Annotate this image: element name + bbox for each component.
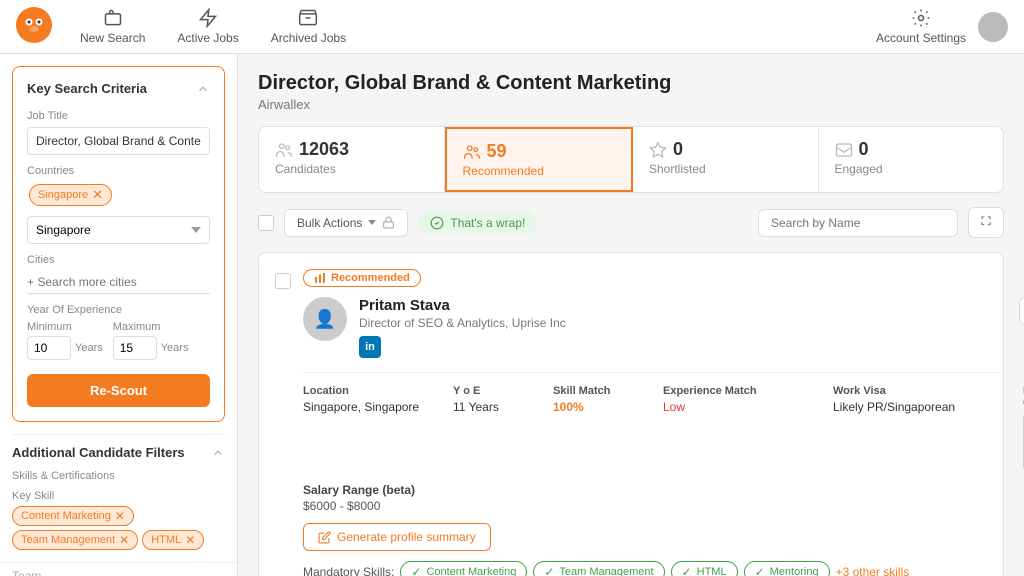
- remove-skill-icon[interactable]: ✕: [185, 533, 195, 547]
- stat-shortlisted[interactable]: 0 Shortlisted: [633, 127, 819, 192]
- skills-more[interactable]: +3 other skills: [836, 565, 910, 576]
- yoe-label: Year Of Experience: [27, 304, 210, 316]
- detail-skill-match: Skill Match 100%: [553, 385, 653, 471]
- stats-row: 12063 Candidates 59 Recommended 0 Shortl…: [258, 126, 1004, 193]
- key-skill-label: Key Skill: [12, 490, 225, 502]
- additional-filters-header: Additional Candidate Filters: [12, 434, 225, 470]
- star-icon: [649, 141, 667, 159]
- people-icon: [275, 141, 293, 159]
- bulk-actions-button[interactable]: Bulk Actions: [284, 209, 408, 237]
- remove-skill-icon[interactable]: ✕: [119, 533, 129, 547]
- nav-new-search[interactable]: New Search: [80, 8, 145, 45]
- right-content: Director, Global Brand & Content Marketi…: [238, 54, 1024, 576]
- candidate-name: Pritam Stava: [359, 297, 1019, 314]
- rescout-button[interactable]: Re-Scout: [27, 374, 210, 407]
- detail-location: Location Singapore, Singapore: [303, 385, 443, 471]
- remove-skill-icon[interactable]: ✕: [115, 509, 125, 523]
- user-avatar[interactable]: [978, 12, 1008, 42]
- left-sidebar: Key Search Criteria Job Title Countries …: [0, 54, 238, 576]
- skill-tags: Content Marketing ✕ Team Management ✕ HT…: [12, 506, 225, 550]
- search-expand-button[interactable]: [968, 207, 1004, 238]
- nav-archived-jobs[interactable]: Archived Jobs: [271, 8, 346, 45]
- country-tag[interactable]: Singapore ✕: [29, 184, 112, 206]
- skill-team-management: ✓ Team Management: [533, 561, 664, 576]
- check-circle-icon: [430, 216, 444, 230]
- candidate-title: Director of SEO & Analytics, Uprise Inc: [359, 316, 1019, 330]
- job-title-input[interactable]: [27, 127, 210, 155]
- mail-icon: [835, 141, 853, 159]
- chevron-up-icon[interactable]: [196, 82, 210, 96]
- city-search-input[interactable]: [27, 271, 210, 294]
- skill-tag-html[interactable]: HTML ✕: [142, 530, 204, 550]
- nav-items: New Search Active Jobs Archived Jobs: [80, 8, 346, 45]
- lock-icon: [382, 216, 395, 229]
- yoe-max-group: Maximum Years: [113, 321, 189, 360]
- yoe-min-input[interactable]: [27, 336, 71, 360]
- wrap-badge[interactable]: That's a wrap!: [418, 211, 537, 235]
- linkedin-icon[interactable]: in: [359, 336, 381, 358]
- remove-country-icon[interactable]: ✕: [92, 187, 103, 203]
- mandatory-skills-row: Mandatory Skills: ✓ Content Marketing ✓ …: [303, 561, 1024, 576]
- bar-chart-icon: [314, 272, 326, 284]
- search-name-input[interactable]: [758, 209, 958, 237]
- detail-experience: Experience Match Low: [663, 385, 823, 471]
- candidate-card: Recommended 👤 Pritam Stava Director of S…: [258, 252, 1004, 576]
- select-all-checkbox[interactable]: [258, 215, 274, 231]
- section-header: Key Search Criteria: [27, 81, 210, 96]
- stat-recommended[interactable]: 59 Recommended: [445, 127, 634, 192]
- top-nav: New Search Active Jobs Archived Jobs Acc…: [0, 0, 1024, 54]
- countries-label: Countries: [27, 165, 210, 177]
- skill-html: ✓ HTML: [671, 561, 738, 576]
- logo[interactable]: [16, 7, 52, 46]
- cities-label: Cities: [27, 254, 210, 266]
- skills-certifications-label: Skills & Certifications: [12, 470, 225, 482]
- chevron-up-filter-icon[interactable]: [211, 446, 225, 460]
- company-name: Airwallex: [258, 97, 1004, 112]
- people-orange-icon: [463, 143, 481, 161]
- toolbar: Bulk Actions That's a wrap!: [258, 207, 1004, 238]
- detail-visa: Work Visa Likely PR/Singaporean: [833, 385, 1013, 471]
- yoe-max-unit: Years: [161, 342, 189, 354]
- country-select[interactable]: Singapore: [27, 216, 210, 244]
- skill-mentoring: ✓ Mentoring: [744, 561, 830, 576]
- candidate-avatar: 👤: [303, 297, 347, 341]
- account-settings[interactable]: Account Settings: [876, 8, 966, 45]
- team-footer: Team: [0, 562, 237, 576]
- chevron-down-icon: [368, 220, 376, 225]
- detail-yoe: Y o E 11 Years: [453, 385, 543, 471]
- skill-content-marketing: ✓ Content Marketing: [400, 561, 527, 576]
- key-search-criteria-section: Key Search Criteria Job Title Countries …: [12, 66, 225, 422]
- additional-filters-section: Additional Candidate Filters Skills & Ce…: [12, 434, 225, 550]
- salary-section: Salary Range (beta) $6000 - $8000: [303, 483, 1024, 513]
- stat-engaged[interactable]: 0 Engaged: [819, 127, 1004, 192]
- yoe-max-input[interactable]: [113, 336, 157, 360]
- generate-summary-button[interactable]: Generate profile summary: [303, 523, 491, 551]
- edit-icon: [318, 531, 331, 544]
- nav-active-jobs[interactable]: Active Jobs: [177, 8, 238, 45]
- job-title: Director, Global Brand & Content Marketi…: [258, 72, 1004, 95]
- card-checkbox[interactable]: [275, 273, 291, 289]
- expand-icon: [979, 214, 993, 228]
- yoe-min-group: Minimum Years: [27, 321, 103, 360]
- yoe-min-unit: Years: [75, 342, 103, 354]
- skill-tag-content-marketing[interactable]: Content Marketing ✕: [12, 506, 134, 526]
- shortlist-button[interactable]: Shortlist: [1019, 297, 1024, 325]
- job-title-label: Job Title: [27, 110, 210, 122]
- skill-tag-team-management[interactable]: Team Management ✕: [12, 530, 138, 550]
- recommended-badge: Recommended: [303, 269, 421, 287]
- stat-candidates[interactable]: 12063 Candidates: [259, 127, 445, 192]
